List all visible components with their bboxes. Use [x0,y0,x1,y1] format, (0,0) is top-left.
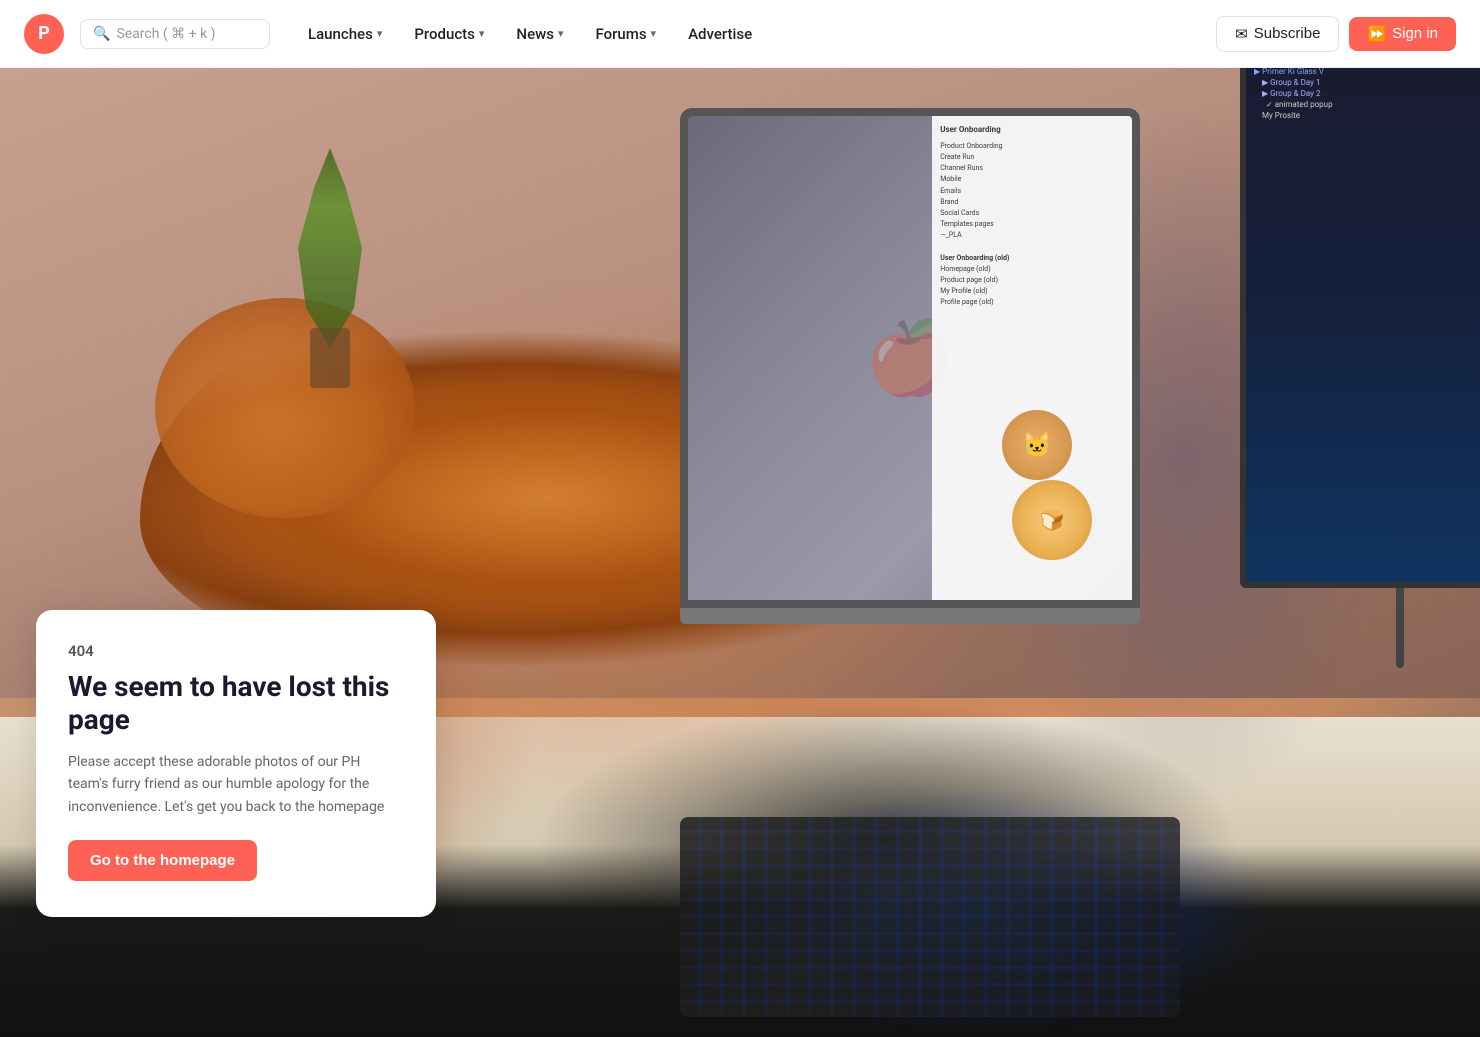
nav-advertise-label: Advertise [688,25,752,43]
chevron-down-icon: ▾ [377,27,383,40]
laptop-sticker-epic: 🍞 [1012,480,1092,560]
error-card: 404 We seem to have lost this page Pleas… [36,610,436,917]
laptop-base [680,608,1140,624]
logo-letter: P [38,23,50,44]
error-code: 404 [68,642,404,660]
nav-item-forums[interactable]: Forums ▾ [581,17,670,51]
search-placeholder: Search ( ⌘ + k ) [116,26,215,42]
nav-products-label: Products [414,25,475,43]
subscribe-icon: ✉ [1235,25,1248,43]
plant-pot [310,328,350,388]
error-title: We seem to have lost this page [68,670,404,737]
nav-item-advertise[interactable]: Advertise [674,17,766,51]
signin-label: Sign in [1392,25,1438,42]
error-description: Please accept these adorable photos of o… [68,751,404,818]
go-to-homepage-button[interactable]: Go to the homepage [68,840,257,881]
monitor-stand [1396,588,1404,668]
nav-launches-label: Launches [308,25,373,43]
nav-right: ✉ Subscribe ⏩ Sign in [1216,16,1456,52]
cat-head-layer [155,298,415,518]
monitor-image: Layers panel Primer Ki ▶ Primer Ki Glass… [1240,68,1480,728]
signin-icon: ⏩ [1367,25,1386,43]
signin-button[interactable]: ⏩ Sign in [1349,17,1456,51]
nav-item-products[interactable]: Products ▾ [400,17,498,51]
chevron-down-icon: ▾ [479,27,485,40]
subscribe-button[interactable]: ✉ Subscribe [1216,16,1339,52]
chevron-down-icon: ▾ [651,27,657,40]
monitor-ui-content: Layers panel Primer Ki ▶ Primer Ki Glass… [1246,68,1480,130]
search-icon: 🔍 [93,26,110,42]
logo[interactable]: P [24,14,64,54]
nav-item-news[interactable]: News ▾ [502,17,577,51]
nav-links: Launches ▾ Products ▾ News ▾ Forums ▾ Ad… [294,17,766,51]
navbar: P 🔍 Search ( ⌘ + k ) Launches ▾ Products… [0,0,1480,68]
keyboard-image [680,817,1180,1017]
subscribe-label: Subscribe [1254,25,1321,42]
laptop-sticker-cat: 🐱 [1002,410,1072,480]
nav-news-label: News [516,25,554,43]
hero-section: 🍎 User Onboarding Product Onboarding Cre… [0,68,1480,1037]
nav-item-launches[interactable]: Launches ▾ [294,17,396,51]
search-box[interactable]: 🔍 Search ( ⌘ + k ) [80,19,270,49]
laptop-image: 🍎 User Onboarding Product Onboarding Cre… [680,108,1160,668]
nav-forums-label: Forums [595,25,646,43]
chevron-down-icon: ▾ [558,27,564,40]
